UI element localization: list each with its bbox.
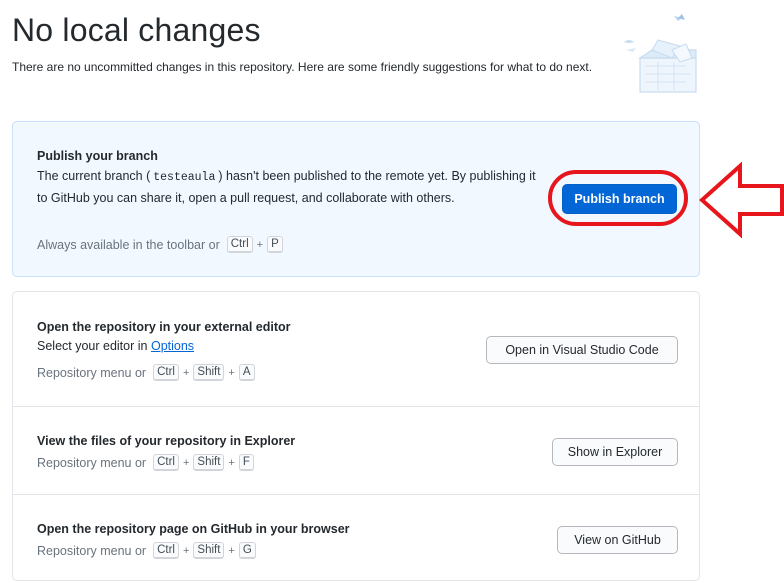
key-shift: Shift [193,364,225,381]
publish-branch-button[interactable]: Publish branch [562,184,677,214]
github-title: Open the repository page on GitHub in yo… [37,522,350,536]
explorer-hint-label: Repository menu or [37,455,147,470]
editor-title: Open the repository in your external edi… [37,320,291,334]
key-plus: + [182,456,190,469]
github-hint-label: Repository menu or [37,543,147,558]
key-plus: + [228,456,235,469]
key-plus: + [228,366,235,379]
key-ctrl: Ctrl [153,454,179,471]
github-hint: Repository menu or Ctrl + Shift + G [37,542,257,559]
publish-hint: Always available in the toolbar or Ctrl … [37,236,284,253]
key-shift: Shift [193,454,225,471]
suggestions-card: Open the repository in your external edi… [12,291,700,581]
key-plus: + [256,238,264,251]
editor-desc-prefix: Select your editor in [37,339,148,353]
empty-state-illustration-icon [624,14,697,93]
editor-row: Open the repository in your external edi… [13,292,699,406]
branch-name: testeaula [153,171,216,184]
editor-hint-label: Repository menu or [37,365,147,380]
page-title: No local changes [12,12,261,48]
view-on-github-button[interactable]: View on GitHub [557,526,678,554]
key-f: F [238,454,254,471]
explorer-row: View the files of your repository in Exp… [13,406,699,495]
publish-title: Publish your branch [37,149,158,163]
options-link[interactable]: Options [151,339,194,353]
key-ctrl: Ctrl [226,236,253,253]
show-in-explorer-button[interactable]: Show in Explorer [552,438,678,466]
key-g: G [238,542,256,559]
page-subtitle: There are no uncommitted changes in this… [12,60,593,74]
publish-description: The current branch (testeaula) hasn't be… [37,166,545,208]
key-a: A [238,364,255,381]
key-plus: + [182,366,190,379]
key-ctrl: Ctrl [153,364,179,381]
key-plus: + [182,544,190,557]
publish-hint-label: Always available in the toolbar or [37,237,220,252]
red-arrow-annotation-icon [699,161,784,239]
publish-desc-prefix: The current branch ( [37,169,151,183]
explorer-hint: Repository menu or Ctrl + Shift + F [37,454,255,471]
explorer-title: View the files of your repository in Exp… [37,434,296,448]
editor-hint: Repository menu or Ctrl + Shift + A [37,364,256,381]
key-plus: + [228,544,235,557]
editor-description: Select your editor in Options [37,336,194,356]
key-p: P [267,236,283,253]
key-ctrl: Ctrl [153,542,179,559]
key-shift: Shift [193,542,225,559]
github-row: Open the repository page on GitHub in yo… [13,494,699,583]
open-in-vscode-button[interactable]: Open in Visual Studio Code [486,336,678,364]
